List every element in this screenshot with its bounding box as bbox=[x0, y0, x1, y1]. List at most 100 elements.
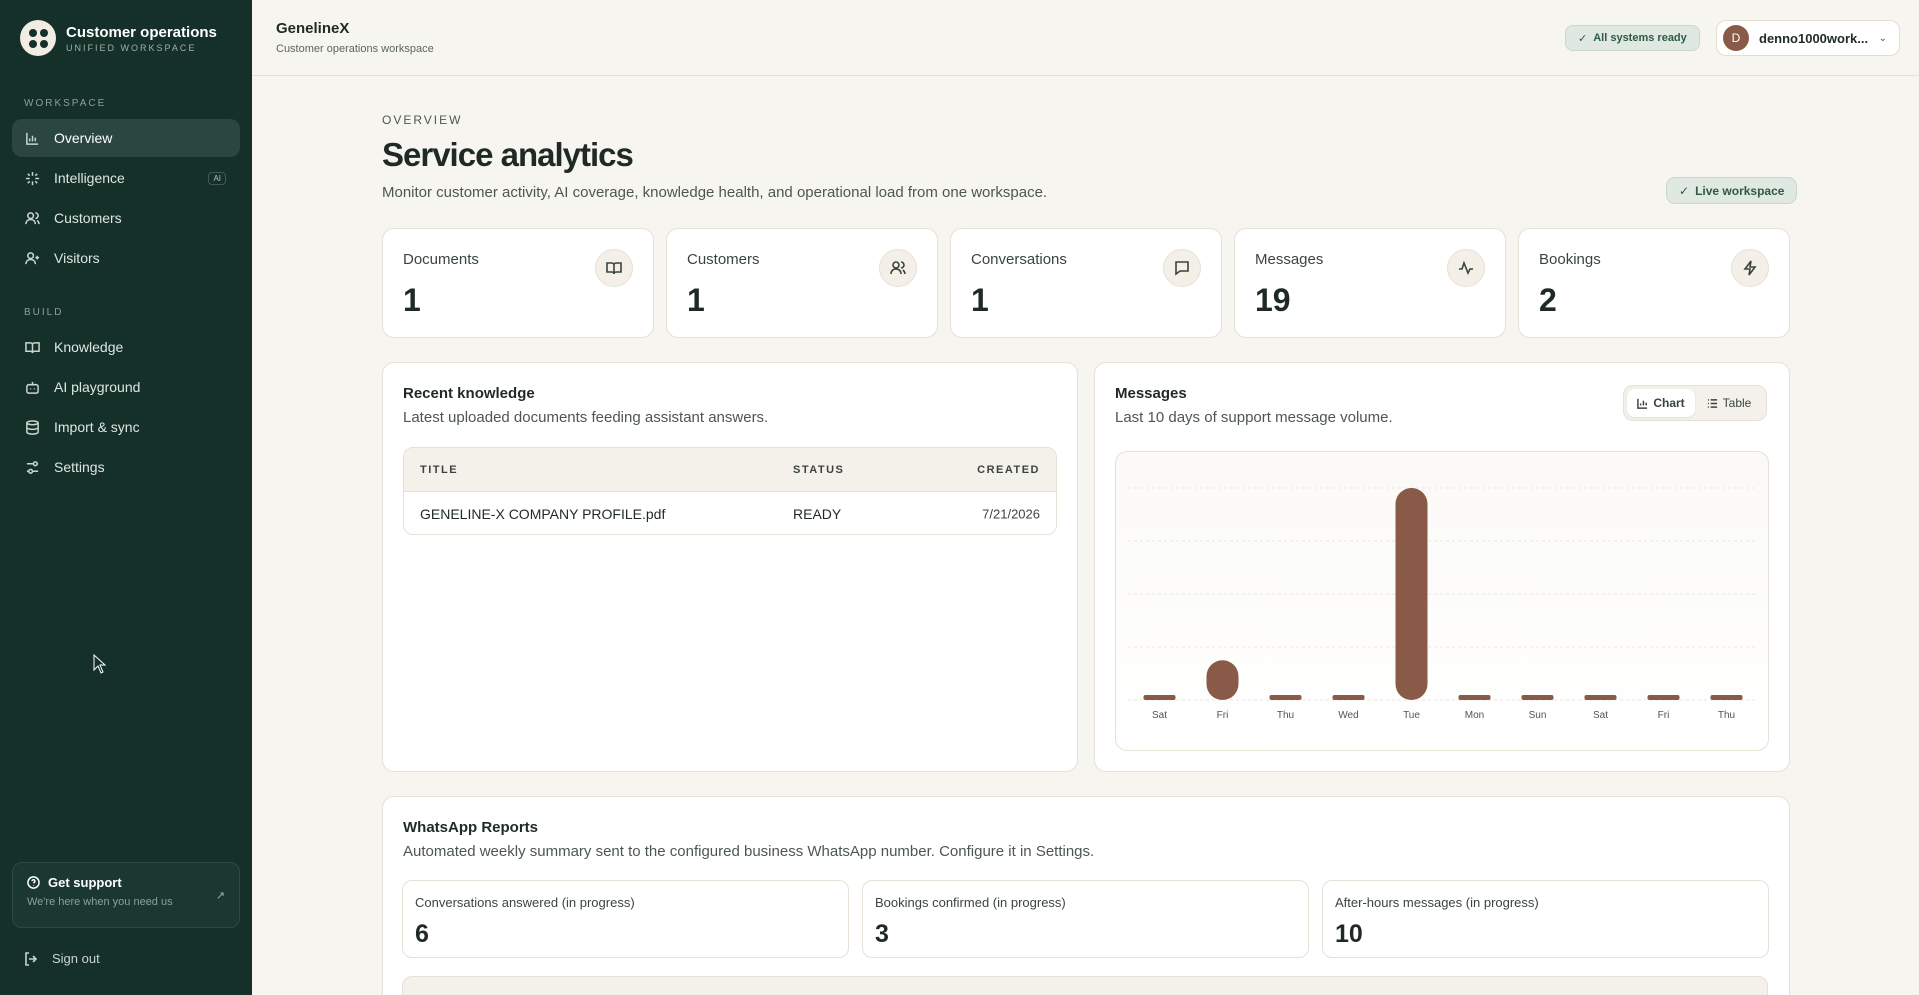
nav-section-workspace: WORKSPACE bbox=[24, 98, 107, 109]
user-plus-icon bbox=[24, 250, 40, 266]
sidebar-item-overview[interactable]: Overview bbox=[12, 119, 240, 157]
stat-card-customers: Customers 1 bbox=[666, 228, 938, 338]
panel-title: Recent knowledge bbox=[403, 385, 535, 402]
chart-bar[interactable] bbox=[1143, 695, 1176, 700]
avatar: D bbox=[1723, 25, 1749, 51]
panel-subtitle: Latest uploaded documents feeding assist… bbox=[403, 409, 769, 426]
live-text: Live workspace bbox=[1695, 183, 1785, 198]
ai-badge: AI bbox=[208, 171, 226, 185]
sign-out-button[interactable]: Sign out bbox=[24, 951, 100, 966]
chart-bar[interactable] bbox=[1269, 695, 1302, 700]
messages-chart-svg: Sat Fri Thu Wed Tue Mon Sun Sat Fri Thu bbox=[1128, 487, 1758, 721]
sidebar-item-visitors[interactable]: Visitors bbox=[12, 239, 240, 277]
report-table-header bbox=[402, 976, 1768, 995]
chart-bar[interactable] bbox=[1584, 695, 1617, 700]
book-icon bbox=[595, 249, 633, 287]
x-tick-label: Sat bbox=[1152, 710, 1167, 721]
x-tick-label: Thu bbox=[1277, 710, 1294, 721]
bar-chart-icon bbox=[1637, 398, 1648, 409]
brand[interactable]: Customer operations UNIFIED WORKSPACE bbox=[20, 20, 217, 56]
table-toggle-label: Table bbox=[1722, 396, 1752, 410]
sidebar-item-knowledge[interactable]: Knowledge bbox=[12, 328, 240, 366]
sidebar-item-label: Settings bbox=[54, 459, 105, 475]
get-support-card[interactable]: Get support We're here when you need us … bbox=[12, 862, 240, 928]
report-card-after-hours: After-hours messages (in progress) 10 bbox=[1322, 880, 1769, 958]
list-icon bbox=[1707, 398, 1717, 408]
sidebar-item-ai-playground[interactable]: AI playground bbox=[12, 368, 240, 406]
chart-bar[interactable] bbox=[1206, 660, 1239, 700]
report-value: 3 bbox=[875, 920, 889, 948]
chart-toggle-label: Chart bbox=[1653, 396, 1685, 410]
users-icon bbox=[24, 210, 40, 226]
report-value: 6 bbox=[415, 920, 429, 948]
table-toggle-button[interactable]: Table bbox=[1695, 389, 1763, 417]
panel-subtitle: Automated weekly summary sent to the con… bbox=[403, 843, 1095, 860]
report-label: Bookings confirmed (in progress) bbox=[875, 895, 1066, 910]
live-workspace-badge: ✓ Live workspace bbox=[1666, 177, 1798, 204]
stat-value: 1 bbox=[687, 282, 705, 318]
book-icon bbox=[24, 339, 40, 355]
sidebar: Customer operations UNIFIED WORKSPACE WO… bbox=[0, 0, 252, 995]
sidebar-item-settings[interactable]: Settings bbox=[12, 448, 240, 486]
help-circle-icon bbox=[27, 876, 40, 889]
x-tick-label: Thu bbox=[1718, 710, 1735, 721]
stat-value: 1 bbox=[403, 282, 421, 318]
workspace-title: GenelineX bbox=[276, 20, 350, 37]
panel-title: Messages bbox=[1115, 385, 1187, 402]
chat-icon bbox=[1163, 249, 1201, 287]
chart-bar[interactable] bbox=[1458, 695, 1491, 700]
sidebar-item-label: AI playground bbox=[54, 379, 141, 395]
report-value: 10 bbox=[1335, 920, 1363, 948]
chart-bar[interactable] bbox=[1395, 488, 1428, 700]
check-icon: ✓ bbox=[1679, 183, 1690, 198]
sidebar-item-label: Visitors bbox=[54, 250, 100, 266]
report-card-conversations: Conversations answered (in progress) 6 bbox=[402, 880, 849, 958]
stat-card-bookings: Bookings 2 bbox=[1518, 228, 1790, 338]
cell-status: READY bbox=[793, 505, 842, 522]
table-header: TITLE STATUS CREATED bbox=[404, 448, 1056, 492]
support-subtitle: We're here when you need us bbox=[27, 896, 173, 908]
x-tick-label: Tue bbox=[1403, 710, 1420, 721]
chevron-down-icon: ⌄ bbox=[1878, 32, 1887, 44]
chart-bar[interactable] bbox=[1521, 695, 1554, 700]
users-icon bbox=[879, 249, 917, 287]
sidebar-item-import-sync[interactable]: Import & sync bbox=[12, 408, 240, 446]
table-row[interactable]: GENELINE-X COMPANY PROFILE.pdf READY 7/2… bbox=[404, 492, 1056, 534]
stat-card-documents: Documents 1 bbox=[382, 228, 654, 338]
x-tick-label: Fri bbox=[1217, 710, 1229, 721]
top-bar: GenelineX Customer operations workspace … bbox=[252, 0, 1919, 76]
stat-value: 1 bbox=[971, 282, 989, 318]
sidebar-item-label: Overview bbox=[54, 130, 113, 146]
chart-bar[interactable] bbox=[1647, 695, 1680, 700]
x-tick-label: Wed bbox=[1338, 710, 1358, 721]
brand-subtitle: UNIFIED WORKSPACE bbox=[66, 42, 197, 53]
x-tick-label: Mon bbox=[1465, 710, 1484, 721]
sparkle-icon bbox=[24, 170, 40, 186]
status-badge: ✓ All systems ready bbox=[1565, 25, 1700, 51]
bot-icon bbox=[24, 379, 40, 395]
recent-knowledge-panel: Recent knowledge Latest uploaded documen… bbox=[382, 362, 1078, 772]
bolt-icon bbox=[1731, 249, 1769, 287]
database-icon bbox=[24, 419, 40, 435]
sidebar-item-label: Knowledge bbox=[54, 339, 124, 355]
chart-bar[interactable] bbox=[1710, 695, 1743, 700]
nav-section-build: BUILD bbox=[24, 307, 64, 318]
sidebar-item-intelligence[interactable]: Intelligence AI bbox=[12, 159, 240, 197]
sidebar-item-customers[interactable]: Customers bbox=[12, 199, 240, 237]
x-tick-label: Sat bbox=[1593, 710, 1608, 721]
status-text: All systems ready bbox=[1593, 32, 1687, 44]
page-title: Service analytics bbox=[382, 136, 634, 173]
x-tick-label: Sun bbox=[1529, 710, 1547, 721]
report-label: Conversations answered (in progress) bbox=[415, 895, 635, 910]
workspace-subtitle: Customer operations workspace bbox=[276, 43, 434, 55]
chart-bar[interactable] bbox=[1332, 695, 1365, 700]
user-menu-button[interactable]: D denno1000work... ⌄ bbox=[1716, 20, 1900, 56]
brand-title: Customer operations bbox=[66, 23, 217, 41]
chart-toggle-button[interactable]: Chart bbox=[1627, 389, 1695, 417]
sign-out-label: Sign out bbox=[52, 951, 100, 966]
x-tick-label: Fri bbox=[1658, 710, 1670, 721]
stat-card-conversations: Conversations 1 bbox=[950, 228, 1222, 338]
bar-chart-icon bbox=[24, 130, 40, 146]
sidebar-item-label: Customers bbox=[54, 210, 122, 226]
messages-panel: Messages Last 10 days of support message… bbox=[1094, 362, 1790, 772]
